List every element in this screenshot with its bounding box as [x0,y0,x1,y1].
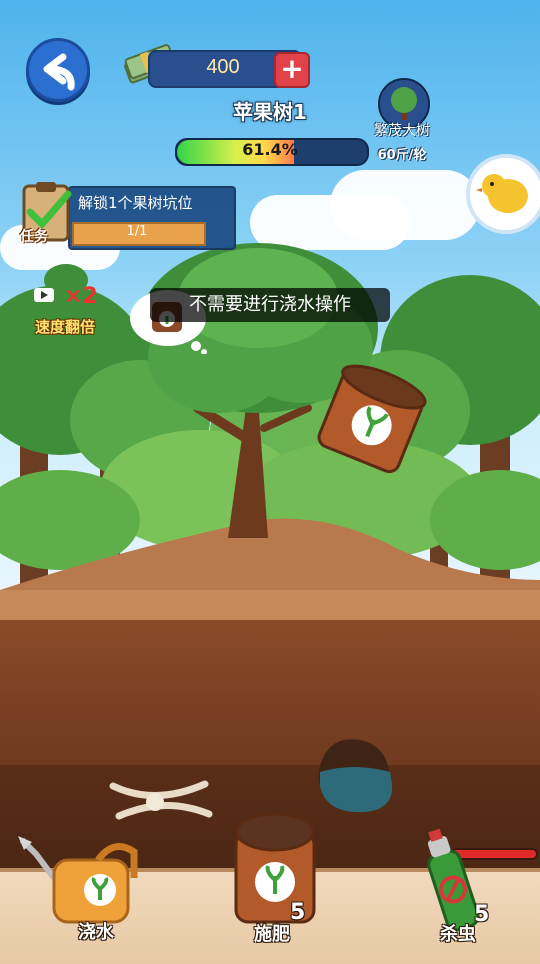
speed-boost-label: 速度翻倍 [34,318,95,336]
task-progress-text: 1/1 [126,224,148,239]
add-currency-button[interactable]: + [274,52,310,88]
chick-icon [476,174,528,213]
back-button[interactable] [26,38,90,102]
growth-progress-text: 61.4% [242,140,298,159]
pesticide-count: 5 [474,902,490,927]
task-badge: 任务 [20,229,48,245]
spray-can-icon[interactable] [420,826,480,934]
fertilizer-bag-icon [317,364,427,474]
soil-middle-layer [0,620,540,770]
fertilize-count: 5 [290,900,306,925]
water-button-label[interactable]: 浇水 [56,918,136,944]
watering-can-icon[interactable] [14,832,146,928]
cloud [330,170,480,240]
fertilize-button-icon[interactable] [230,806,320,924]
plus-icon: + [280,52,304,85]
video-icon [34,288,54,302]
toast-message: 不需要进行浇水操作 [150,288,390,322]
buried-water-pocket [318,739,393,813]
speed-multiplier: ×2 [64,284,98,309]
next-stage-name: 繁茂大树 [374,123,430,139]
buried-bone-icon [109,780,213,820]
tree-name: 苹果树1 [233,100,307,124]
task-title: 解锁1个果树坑位 [78,194,193,212]
next-stage-yield: 60斤/轮 [377,148,427,163]
back-arrow-icon [43,53,75,91]
bird-button[interactable] [466,154,540,234]
